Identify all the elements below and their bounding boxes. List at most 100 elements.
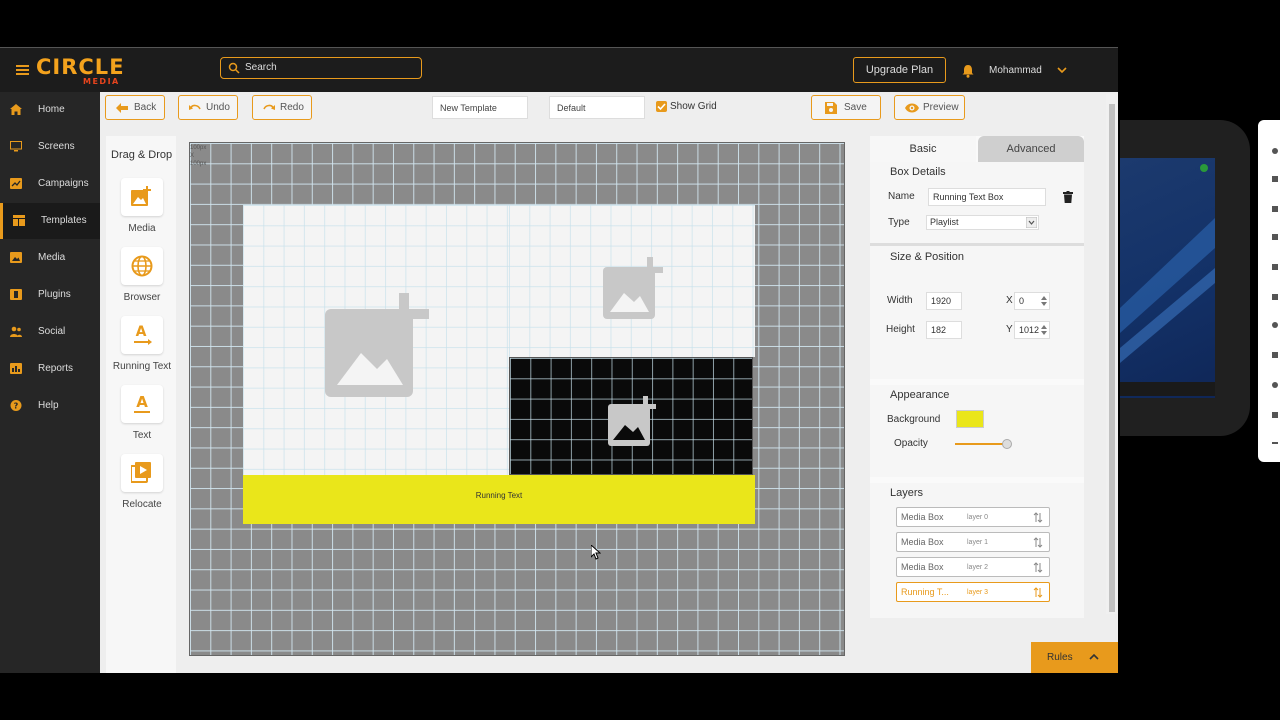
dnd-item-label: Text: [132, 430, 152, 441]
dnd-item-label: Media: [128, 223, 156, 234]
sidebar-item-plugins[interactable]: Plugins: [0, 277, 100, 313]
sidebar-item-help[interactable]: ? Help: [0, 388, 100, 424]
top-bar: CIRCLE MEDIA Search Upgrade Plan Mohamma…: [0, 47, 1118, 92]
layer-item-1[interactable]: Media Box layer 1: [896, 532, 1050, 552]
name-input[interactable]: Running Text Box: [928, 188, 1046, 206]
y-label: Y: [1006, 324, 1013, 335]
page-scrollbar[interactable]: [1106, 94, 1118, 614]
type-select[interactable]: Playlist: [926, 215, 1039, 230]
media-box-layer-2[interactable]: [509, 357, 753, 475]
template-icon: [13, 215, 25, 226]
dnd-media-tile[interactable]: [121, 178, 163, 216]
users-icon: [10, 326, 22, 337]
trash-icon[interactable]: [1063, 191, 1073, 203]
opacity-label: Opacity: [894, 438, 928, 449]
logo-main-text: CIRCLE: [36, 55, 125, 79]
chevron-down-icon[interactable]: [1057, 66, 1067, 74]
sidebar-item-label: Home: [38, 104, 65, 115]
hamburger-menu-icon[interactable]: [16, 65, 29, 75]
reorder-icon[interactable]: [1033, 587, 1043, 598]
size-position-section: Width 1920 X 0 Height 182 Y 1012: [870, 283, 1084, 379]
sidebar-item-templates[interactable]: Templates: [0, 203, 100, 239]
width-input[interactable]: 1920: [926, 292, 962, 310]
undo-button[interactable]: Undo: [178, 95, 238, 120]
back-button[interactable]: Back: [105, 95, 165, 120]
template-canvas[interactable]: 100px X 100px Running Text: [189, 142, 845, 656]
show-grid-checkbox[interactable]: [656, 101, 667, 112]
preview-button[interactable]: Preview: [894, 95, 965, 120]
running-text-box-layer-3[interactable]: Running Text: [243, 475, 755, 524]
search-input[interactable]: Search: [220, 57, 422, 79]
image-icon: [10, 252, 22, 263]
dnd-relocate-tile[interactable]: [121, 454, 163, 492]
section-divider: [870, 243, 1084, 246]
dnd-running-text-tile[interactable]: A: [121, 316, 163, 354]
template-editor-window: CIRCLE MEDIA Search Upgrade Plan Mohamma…: [0, 47, 1118, 673]
add-image-icon: [131, 186, 151, 206]
opacity-slider-thumb[interactable]: [1002, 439, 1012, 449]
layer-z: layer 3: [967, 589, 989, 596]
circle-media-logo[interactable]: CIRCLE MEDIA: [36, 56, 146, 86]
upgrade-plan-button[interactable]: Upgrade Plan: [853, 57, 946, 83]
text-icon: A: [134, 393, 150, 413]
y-input-value: 1012: [1019, 325, 1040, 335]
redo-button[interactable]: Redo: [252, 95, 312, 120]
reorder-icon[interactable]: [1033, 512, 1043, 523]
user-name[interactable]: Mohammad: [989, 65, 1042, 76]
ruler-label: X: [190, 153, 195, 159]
media-box-layer-1[interactable]: [509, 205, 755, 357]
sidebar-item-label: Plugins: [38, 289, 71, 300]
height-input[interactable]: 182: [926, 321, 962, 339]
layer-z: layer 0: [967, 514, 989, 521]
stepper-icon[interactable]: [1041, 295, 1047, 307]
sidebar-item-campaigns[interactable]: Campaigns: [0, 166, 100, 202]
layer-item-3[interactable]: Running T... layer 3: [896, 582, 1050, 602]
template-name-input[interactable]: New Template: [432, 96, 528, 119]
media-box-layer-0[interactable]: [243, 205, 509, 475]
layer-item-0[interactable]: Media Box layer 0: [896, 507, 1050, 527]
properties-panel: Basic Advanced Box Details Name Running …: [870, 136, 1084, 618]
reorder-icon[interactable]: [1033, 537, 1043, 548]
save-button[interactable]: Save: [811, 95, 881, 120]
tab-advanced[interactable]: Advanced: [978, 136, 1084, 162]
chevron-up-icon: [1089, 653, 1099, 660]
search-placeholder: Search: [245, 62, 277, 73]
preset-select[interactable]: Default: [549, 96, 645, 119]
scrollbar-thumb[interactable]: [1109, 104, 1115, 612]
sidebar-item-home[interactable]: Home: [0, 92, 100, 128]
dnd-browser-tile[interactable]: [121, 247, 163, 285]
running-text-icon: A: [134, 324, 152, 345]
svg-text:A: A: [136, 393, 148, 411]
arrow-left-icon: [116, 103, 128, 113]
x-label: X: [1006, 295, 1013, 306]
stepper-icon[interactable]: [1041, 324, 1047, 336]
sidebar-item-screens[interactable]: Screens: [0, 129, 100, 165]
sidebar-item-media[interactable]: Media: [0, 240, 100, 276]
layer-name: Media Box: [901, 512, 944, 522]
drag-drop-title: Drag & Drop: [111, 149, 173, 161]
bell-icon[interactable]: [961, 64, 975, 78]
logo-sub-text: MEDIA: [83, 77, 120, 86]
opacity-slider-track[interactable]: [955, 443, 1007, 445]
x-input[interactable]: 0: [1014, 292, 1050, 310]
add-image-icon: [603, 257, 663, 319]
x-input-value: 0: [1019, 296, 1025, 306]
size-position-title: Size & Position: [890, 251, 964, 263]
layer-item-2[interactable]: Media Box layer 2: [896, 557, 1050, 577]
ruler-label: 100px: [190, 161, 207, 167]
tab-basic[interactable]: Basic: [870, 136, 976, 162]
running-text-content: Running Text: [475, 491, 523, 500]
globe-icon: [131, 255, 153, 277]
reorder-icon[interactable]: [1033, 562, 1043, 573]
dnd-text-tile[interactable]: A: [121, 385, 163, 423]
sidebar-item-reports[interactable]: Reports: [0, 351, 100, 387]
rules-button[interactable]: Rules: [1031, 642, 1118, 673]
svg-text:?: ?: [14, 402, 19, 411]
background-color-fill: [957, 411, 983, 427]
background-tv-graphic: [1120, 164, 1215, 363]
sidebar-item-social[interactable]: Social: [0, 314, 100, 350]
add-image-icon: [325, 293, 429, 397]
monitor-icon: [10, 141, 22, 152]
background-color-swatch[interactable]: [956, 410, 984, 428]
y-input[interactable]: 1012: [1014, 321, 1050, 339]
